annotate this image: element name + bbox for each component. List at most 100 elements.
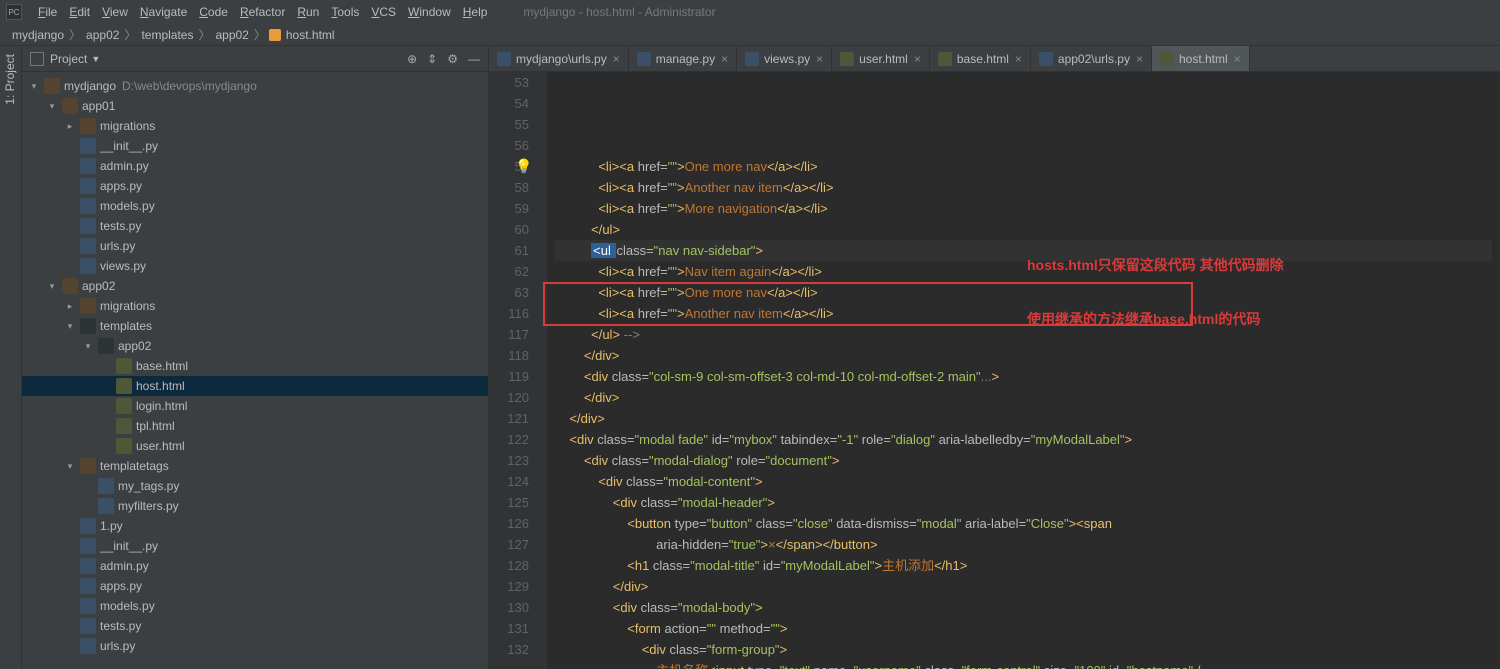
- menu-edit[interactable]: Edit: [63, 3, 96, 21]
- tree-arrow-icon[interactable]: ▾: [46, 281, 58, 292]
- tree-item[interactable]: myfilters.py: [22, 496, 488, 516]
- menu-tools[interactable]: Tools: [325, 3, 365, 21]
- editor-tab[interactable]: mydjango\urls.py×: [489, 46, 629, 72]
- tree-item[interactable]: base.html: [22, 356, 488, 376]
- tree-item[interactable]: apps.py: [22, 576, 488, 596]
- code-line[interactable]: <ul class="nav nav-sidebar">: [555, 240, 1492, 261]
- chevron-down-icon[interactable]: ▼: [91, 54, 100, 64]
- tree-item[interactable]: ▾app02: [22, 276, 488, 296]
- tree-item[interactable]: ▾mydjangoD:\web\devops\mydjango: [22, 76, 488, 96]
- breadcrumb-item[interactable]: mydjango: [10, 28, 66, 42]
- tree-item[interactable]: admin.py: [22, 156, 488, 176]
- code-line[interactable]: <div class="col-sm-9 col-sm-offset-3 col…: [555, 366, 1492, 387]
- code-line[interactable]: </ul> -->: [555, 324, 1492, 345]
- tree-item[interactable]: __init__.py: [22, 136, 488, 156]
- code-line[interactable]: <div class="modal-body">: [555, 597, 1492, 618]
- tree-item[interactable]: ▾templates: [22, 316, 488, 336]
- code-line[interactable]: <h1 class="modal-title" id="myModalLabel…: [555, 555, 1492, 576]
- tree-arrow-icon[interactable]: ▾: [64, 321, 76, 332]
- tree-item[interactable]: login.html: [22, 396, 488, 416]
- breadcrumb-item[interactable]: host.html: [284, 28, 337, 42]
- tree-arrow-icon[interactable]: ▾: [82, 341, 94, 352]
- tree-item[interactable]: ▸migrations: [22, 296, 488, 316]
- locate-icon[interactable]: ⊕: [407, 52, 417, 66]
- code-area[interactable]: hosts.html只保留这段代码 其他代码删除 使用继承的方法继承base.h…: [547, 72, 1500, 669]
- intention-bulb-icon[interactable]: 💡: [515, 156, 532, 177]
- tree-item[interactable]: apps.py: [22, 176, 488, 196]
- menu-view[interactable]: View: [96, 3, 134, 21]
- project-tool-tab[interactable]: 1: Project: [0, 46, 20, 113]
- tree-item[interactable]: user.html: [22, 436, 488, 456]
- tree-arrow-icon[interactable]: ▾: [28, 81, 40, 92]
- tree-item[interactable]: tests.py: [22, 216, 488, 236]
- editor-body[interactable]: 💡 53545556575859606162631161171181191201…: [489, 72, 1500, 669]
- close-icon[interactable]: ×: [613, 52, 620, 66]
- code-line[interactable]: <div class="modal-content">: [555, 471, 1492, 492]
- code-line[interactable]: <div class="modal-header">: [555, 492, 1492, 513]
- close-icon[interactable]: ×: [1234, 52, 1241, 66]
- editor-tab[interactable]: views.py×: [737, 46, 832, 72]
- menu-refactor[interactable]: Refactor: [234, 3, 291, 21]
- tree-item[interactable]: tpl.html: [22, 416, 488, 436]
- tree-arrow-icon[interactable]: ▸: [64, 301, 76, 312]
- code-line[interactable]: </div>: [555, 345, 1492, 366]
- menu-file[interactable]: File: [32, 3, 63, 21]
- editor-tab[interactable]: base.html×: [930, 46, 1031, 72]
- code-line[interactable]: <form action="" method="">: [555, 618, 1492, 639]
- close-icon[interactable]: ×: [914, 52, 921, 66]
- editor-tab[interactable]: app02\urls.py×: [1031, 46, 1152, 72]
- tree-item[interactable]: admin.py: [22, 556, 488, 576]
- close-icon[interactable]: ×: [1015, 52, 1022, 66]
- code-line[interactable]: <div class="modal fade" id="mybox" tabin…: [555, 429, 1492, 450]
- code-line[interactable]: <li><a href="">One more nav</a></li>: [555, 156, 1492, 177]
- tree-item[interactable]: models.py: [22, 196, 488, 216]
- menu-vcs[interactable]: VCS: [365, 3, 402, 21]
- tree-item[interactable]: 1.py: [22, 516, 488, 536]
- tree-arrow-icon[interactable]: ▾: [64, 461, 76, 472]
- menu-navigate[interactable]: Navigate: [134, 3, 193, 21]
- tree-item[interactable]: ▾app02: [22, 336, 488, 356]
- tree-item[interactable]: __init__.py: [22, 536, 488, 556]
- code-line[interactable]: </div>: [555, 408, 1492, 429]
- tree-item[interactable]: ▾templatetags: [22, 456, 488, 476]
- menu-code[interactable]: Code: [193, 3, 234, 21]
- close-icon[interactable]: ×: [1136, 52, 1143, 66]
- tree-item[interactable]: models.py: [22, 596, 488, 616]
- editor-tab[interactable]: manage.py×: [629, 46, 737, 72]
- tree-item[interactable]: tests.py: [22, 616, 488, 636]
- hide-icon[interactable]: —: [468, 52, 480, 66]
- tree-item[interactable]: views.py: [22, 256, 488, 276]
- tree-item[interactable]: urls.py: [22, 636, 488, 656]
- code-line[interactable]: </div>: [555, 387, 1492, 408]
- code-line[interactable]: aria-hidden="true">×</span></button>: [555, 534, 1492, 555]
- code-line[interactable]: <li><a href="">More navigation</a></li>: [555, 198, 1492, 219]
- code-line[interactable]: </ul>: [555, 219, 1492, 240]
- code-line[interactable]: <div class="modal-dialog" role="document…: [555, 450, 1492, 471]
- tree-item[interactable]: ▸migrations: [22, 116, 488, 136]
- menu-help[interactable]: Help: [457, 3, 494, 21]
- tree-item[interactable]: my_tags.py: [22, 476, 488, 496]
- gear-icon[interactable]: ⚙: [447, 52, 458, 66]
- editor-tab[interactable]: user.html×: [832, 46, 930, 72]
- menu-window[interactable]: Window: [402, 3, 457, 21]
- editor-tab[interactable]: host.html×: [1152, 46, 1250, 72]
- project-tree[interactable]: ▾mydjangoD:\web\devops\mydjango▾app01▸mi…: [22, 72, 488, 669]
- close-icon[interactable]: ×: [816, 52, 823, 66]
- collapse-icon[interactable]: ⇕: [427, 52, 437, 66]
- code-line[interactable]: 主机名称<input type="text" name="username" c…: [555, 660, 1492, 669]
- close-icon[interactable]: ×: [721, 52, 728, 66]
- menu-run[interactable]: Run: [291, 3, 325, 21]
- code-line[interactable]: <li><a href="">Another nav item</a></li>: [555, 177, 1492, 198]
- breadcrumb-item[interactable]: app02: [213, 28, 250, 42]
- breadcrumb-item[interactable]: app02: [84, 28, 121, 42]
- tree-item[interactable]: ▾app01: [22, 96, 488, 116]
- tree-item[interactable]: urls.py: [22, 236, 488, 256]
- code-line[interactable]: <li><a href="">Nav item again</a></li>: [555, 261, 1492, 282]
- tree-item[interactable]: host.html: [22, 376, 488, 396]
- tree-arrow-icon[interactable]: ▸: [64, 121, 76, 132]
- code-line[interactable]: <div class="form-group">: [555, 639, 1492, 660]
- code-line[interactable]: </div>: [555, 576, 1492, 597]
- code-line[interactable]: <button type="button" class="close" data…: [555, 513, 1492, 534]
- breadcrumb-item[interactable]: templates: [139, 28, 195, 42]
- tree-arrow-icon[interactable]: ▾: [46, 101, 58, 112]
